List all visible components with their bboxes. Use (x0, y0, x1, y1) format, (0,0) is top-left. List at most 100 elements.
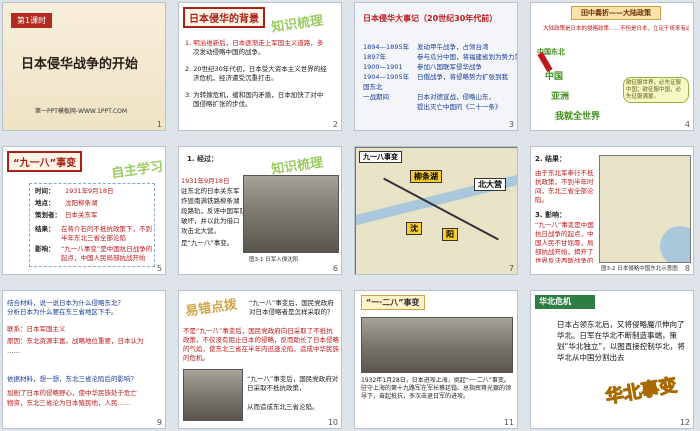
slide-number: 5 (156, 264, 162, 273)
year-item: 1900—1901 (363, 63, 403, 71)
text-line: 国侵略扩张的步伐。 (193, 100, 252, 108)
label-asia: 亚洲 (551, 92, 570, 102)
text-line: 2. 20世纪30年代初，日本受大资本主义世界的经 (185, 65, 327, 73)
slide-sorter: 第1课时 日本侵华战争的开始 第一PPT模板网-WWW.1PPT.COM 1 日… (0, 0, 700, 431)
slide-thumbnail-9[interactable]: 结合材料，说一说日本为什么侵略东北？ 分析日本为什么要在东三省地区下手。 联系：… (2, 290, 166, 429)
year-item: 1894—1895年 (363, 43, 410, 51)
text-line: 不是“九一八”事变后，国民党政府向日采取了不抵抗 (183, 327, 333, 335)
field-value: 1931年9月18日 (65, 187, 114, 195)
impact-text: “九一八”事变是中国抗日战争的起点，中国人民不甘屈辱，局部抗战开始，揭开了世界反… (535, 221, 594, 263)
photo-caption: 图3-1 日军入侵沈阳 (249, 257, 299, 263)
event-item: 发动甲午战争，占领台湾 (417, 43, 489, 51)
result-text: 由于东北军奉行不抵抗政策，不到半年时间，东北三省全部沦陷。 (535, 169, 594, 204)
text-line: 攻击北大营。 (181, 227, 220, 235)
stamp-knowledge: 知识梳理 (270, 13, 325, 36)
slide-number: 11 (503, 418, 514, 427)
field-value: 沈阳柳条湖 (65, 199, 98, 207)
label-world: 我就全世界 (555, 112, 601, 122)
section-heading: 2. 结果： (535, 155, 566, 163)
stamp-knowledge: 知识梳理 (270, 155, 325, 178)
sea (660, 226, 690, 262)
slide-thumbnail-10[interactable]: 易错点拨 “九一八”事变后，国民党政府对日本侵略者是怎样采取的？ 不是“九一八”… (178, 290, 342, 429)
slide-title: 日本侵华战争的开始 (21, 57, 139, 72)
text-line: 3. 为转嫁危机，缓和国内矛盾，日本加快了对中 (185, 91, 324, 99)
stamp-self-study: 自主学习 (110, 159, 165, 182)
slide-thumbnail-11[interactable]: “一·二八”事变 1932年1月28日，日本进攻上海，挑起“一·二八”事变。驻守… (354, 290, 518, 429)
slide-title: “一·二八”事变 (361, 295, 425, 310)
slide-thumbnail-7[interactable]: 九一八事变 柳条湖 北大营 沈 阳 7 (354, 146, 518, 275)
slide-number: 8 (684, 264, 690, 273)
slide-number: 6 (332, 264, 338, 273)
event-item: 参加八国联军侵华战争 (417, 63, 482, 71)
footer-text: 第一PPT模板网-WWW.1PPT.COM (35, 108, 128, 115)
text-line: 加剧了日本的侵略野心，使中华民族处于危亡 (7, 389, 137, 397)
year-item: 1904—1905年 (363, 73, 410, 81)
text-line: 联系：日本军国主义 (7, 325, 66, 333)
photo-caption: 1932年1月28日，日本进攻上海，挑起“一·二八”事变。驻守上海的第十九路军在… (361, 377, 512, 400)
field-value: “九一八事变”是中国抗日战争的起点，中国人民局部抗战开始 (61, 245, 153, 262)
northeast-map (599, 155, 691, 263)
field-label: 地点： (35, 199, 55, 207)
slide-title: 日本侵华大事记（20世纪30年代前） (363, 14, 498, 23)
field-label: 策划者： (35, 211, 61, 219)
slide-thumbnail-8[interactable]: 2. 结果： 由于东北军奉行不抵抗政策，不到半年时间，东北三省全部沦陷。 3. … (530, 146, 694, 275)
slide-number: 2 (332, 120, 338, 129)
intro-text: 大陆政策是日本的侵略政策……不但是日本，立足于将来有必要征服中国…… (543, 26, 689, 32)
section-heading: 3. 影响： (535, 211, 566, 219)
quote-bubble: 欲征服世界，必先征服中国；欲征服中国，必先征服满蒙。 (623, 77, 689, 103)
slide-thumbnail-3[interactable]: 日本侵华大事记（20世纪30年代前） 1894—1895年 1897年 1900… (354, 2, 518, 131)
event-map: 九一八事变 柳条湖 北大营 沈 阳 (355, 147, 517, 274)
text-line: 炸毁南满铁路柳条湖 (181, 197, 240, 205)
historical-photo (183, 369, 243, 421)
text-line: 的气焰，使东北三省在半年内迅速沦陷，造成中华民族 (183, 345, 339, 353)
lesson-badge: 第1课时 (11, 13, 53, 28)
slide-thumbnail-1[interactable]: 第1课时 日本侵华战争的开始 第一PPT模板网-WWW.1PPT.COM 1 (2, 2, 166, 131)
slide-thumbnail-6[interactable]: 1. 经过： 知识梳理 1931年9月18日 驻东北的日本关东军 炸毁南满铁路柳… (178, 146, 342, 275)
slide-thumbnail-12[interactable]: 华北危机 日本占领东北后，又将侵略魔爪伸向了华北。日军在华北不断制造事端，策划“… (530, 290, 694, 429)
map-label-beidaying: 北大营 (474, 178, 506, 191)
historical-photo (361, 317, 513, 373)
question-text: “九一八”事变后，国民党政府对日本侵略者是怎样采取的？ (249, 299, 334, 316)
slide-number: 4 (684, 120, 690, 129)
text-line: 的危机。 (183, 354, 209, 362)
text-line: …… (7, 347, 20, 355)
text-line: 济危机，经济遭受沉重打击。 (193, 74, 278, 82)
event-item: 日俄战争，将侵略势力扩张到我 (417, 73, 508, 81)
year-item: 国东北 (363, 83, 383, 91)
text-line: 原因：东北资源丰富，战略地位重要，日本认为 (7, 337, 144, 345)
body-text: 日本占领东北后，又将侵略魔爪伸向了华北。日军在华北不断制造事端，策划“华北独立”… (557, 320, 685, 362)
section-heading: 1. 经过： (187, 155, 218, 163)
text-line: 物资，东北三省沦为日本殖民地，人民…… (7, 399, 131, 407)
slide-title: 华北危机 (535, 295, 595, 309)
map-caption: 图3-2 日本侵略中国东北示意图 (601, 266, 678, 272)
text-line: 从而造成东北三省沦陷。 (247, 403, 319, 411)
field-value: 日本关东军 (65, 211, 98, 219)
text-line: 1. 明治维新后，日本逐渐走上军国主义道路，多 (185, 39, 324, 47)
stamp-tip: 易错点拨 (184, 297, 239, 320)
slide-number: 7 (508, 264, 514, 273)
slide-title: “九一八”事变 (7, 151, 83, 172)
text-line: 破坏，并以此为借口 (181, 217, 240, 225)
event-item: 日本对德宣战，侵略山东， (417, 93, 495, 101)
slide-thumbnail-4[interactable]: 田中奏折——大陆政策 大陆政策是日本的侵略政策……不但是日本，立足于将来有必要征… (530, 2, 694, 131)
map-label-yang: 阳 (442, 228, 458, 241)
stamp-north-china: 华北事变 (603, 374, 679, 409)
field-label: 时间： (35, 187, 55, 195)
field-label: 影响： (35, 245, 55, 253)
text-line: 依据材料，想一想，东北三省沦陷后的影响？ (7, 375, 137, 383)
slide-thumbnail-2[interactable]: 日本侵华的背景 知识梳理 1. 明治维新后，日本逐渐走上军国主义道路，多 次发动… (178, 2, 342, 131)
text-line: 结合材料，说一说日本为什么侵略东北？ (7, 299, 124, 307)
text-line: 是“九一八”事变。 (181, 239, 234, 247)
text-line: “九一八”事变后，国民党政府对日采取不抵抗政策， (247, 375, 339, 392)
year-item: 1897年 (363, 53, 387, 61)
text-line: 驻东北的日本关东军 (181, 187, 240, 195)
year-item: 一战期间 (363, 93, 389, 101)
field-label: 结果： (35, 225, 55, 233)
event-item: 参与瓜分中国，将福建省划为势力范围 (417, 53, 517, 61)
slide-thumbnail-5[interactable]: “九一八”事变 自主学习 时间： 1931年9月18日 地点： 沈阳柳条湖 策划… (2, 146, 166, 275)
text-line: 次发动侵略中国的战争。 (193, 48, 265, 56)
map-label-shen: 沈 (406, 222, 422, 235)
slide-number: 1 (156, 120, 162, 129)
historical-photo (243, 175, 339, 253)
slide-number: 10 (327, 418, 338, 427)
